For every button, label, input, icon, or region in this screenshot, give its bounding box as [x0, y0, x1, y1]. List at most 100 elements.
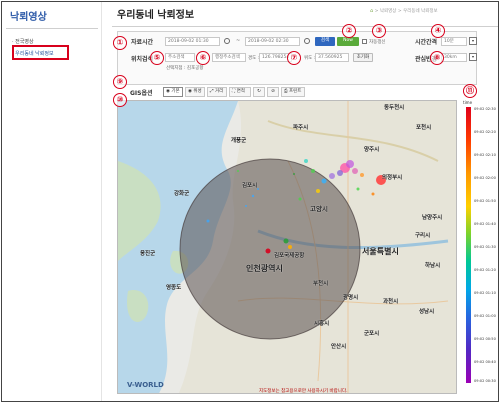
map-label: 영종도 — [166, 285, 182, 291]
address-type-select[interactable]: 주소검색 — [165, 53, 195, 62]
map-satellite-button[interactable]: ◉ 위성 — [185, 87, 205, 97]
legend-color-bar — [466, 107, 471, 383]
breadcrumb-item[interactable]: 우리동네 낙뢰정보 — [403, 9, 438, 14]
gis-options-label: GIS옵션 — [130, 90, 153, 97]
map-label: 인천광역시 — [246, 264, 283, 273]
address-search-input[interactable]: 행정주소검색 — [212, 53, 246, 62]
map-label: 동두천시 — [384, 105, 405, 111]
legend-tick: 09:02 01:50 — [474, 199, 496, 203]
map-basic-button[interactable]: ◉ 기본 — [163, 87, 183, 97]
clear-button[interactable]: ⊘ — [267, 87, 279, 97]
map-label: 의정부시 — [382, 175, 403, 181]
legend-unit: time — [463, 100, 473, 105]
legend-tick: 09:02 01:00 — [474, 314, 496, 318]
map-label: 과천시 — [383, 299, 399, 305]
measure-area-label: 면적 — [236, 89, 245, 94]
map-label: 서울특별시 — [362, 247, 399, 256]
refresh-button[interactable]: ↻ — [253, 87, 265, 97]
map-label: 강화군 — [174, 191, 190, 197]
sidebar: 낙뢰영상 · 전국영상 · 우리동네 낙뢰정보 — [2, 2, 102, 401]
map-label: 부천시 — [313, 281, 329, 287]
refresh-icon: ↻ — [257, 89, 261, 94]
map-label: 안산시 — [331, 344, 347, 350]
breadcrumb-separator: > — [374, 9, 379, 14]
map-label: 옹진군 — [140, 251, 156, 257]
lightning-map[interactable]: 동두천시 포천시 파주시 양주시 개풍군 김포시 의정부시 강화군 고양시 구리… — [117, 100, 457, 394]
eraser-icon: ⊘ — [271, 89, 275, 94]
search-button-label: 검색 — [320, 38, 330, 43]
radius-circle — [179, 158, 361, 340]
map-label: 광명시 — [343, 295, 359, 301]
interval-select[interactable]: 10분 — [441, 37, 467, 46]
breadcrumb-item[interactable]: 낙뢰영상 — [380, 9, 397, 14]
sidebar-item-national-image[interactable]: · 전국영상 — [12, 38, 34, 45]
annotation-marker-1: ① — [113, 36, 127, 50]
annotation-marker-11: ⑪ — [463, 84, 477, 98]
reset-button[interactable]: 초기화 — [353, 53, 373, 62]
radius-select[interactable]: 30km — [441, 53, 467, 62]
annotation-marker-9: ⑨ — [113, 75, 127, 89]
map-label: 양주시 — [364, 147, 380, 153]
home-icon[interactable]: ⌂ — [370, 8, 373, 14]
auto-update-checkbox[interactable] — [362, 39, 367, 44]
sidebar-highlight-box — [12, 45, 69, 60]
map-canvas — [118, 101, 456, 393]
legend-tick: 09:02 01:30 — [474, 245, 496, 249]
auto-update-label: 자동갱신 — [369, 40, 386, 45]
measure-distance-label: 거리 — [215, 89, 224, 94]
measure-distance-button[interactable]: ⤢ 거리 — [207, 87, 227, 97]
annotation-marker-10: ⑩ — [113, 93, 127, 107]
latitude-input[interactable]: 37.560925 — [315, 53, 349, 62]
longitude-label: 경도 : — [248, 56, 260, 61]
map-label: 시흥시 — [314, 321, 330, 327]
legend-tick: 09:02 01:40 — [474, 222, 496, 226]
map-label: 포천시 — [416, 125, 432, 131]
legend-tick: 09:02 02:30 — [474, 107, 496, 111]
map-notice: 지도정보는 참고용으로만 사용하시기 바랍니다. — [259, 389, 348, 394]
clock-icon[interactable] — [304, 38, 310, 44]
legend-tick: 09:02 00:40 — [474, 360, 496, 364]
map-label: 하남시 — [425, 263, 441, 269]
reset-button-label: 초기화 — [356, 55, 370, 60]
map-label: 개풍군 — [231, 138, 247, 144]
annotation-marker-2: ② — [342, 24, 356, 38]
map-label: 김포시 — [242, 183, 258, 189]
sidebar-title: 낙뢰영상 — [10, 12, 47, 23]
annotation-marker-5: ⑤ — [150, 51, 164, 65]
measure-area-button[interactable]: ⛶ 면적 — [229, 87, 251, 97]
search-button[interactable]: 검색 — [315, 37, 335, 46]
gis-toolbar: GIS옵션 ◉ 기본 ◉ 위성 ⤢ 거리 ⛶ 면적 ↻ ⊘ ⎙ 프린트 — [117, 87, 477, 98]
time-separator: ~ — [236, 38, 241, 44]
map-label: 파주시 — [293, 125, 309, 131]
sidebar-divider — [6, 28, 98, 29]
legend-tick: 09:02 02:20 — [474, 130, 496, 134]
legend-tick: 09:02 02:10 — [474, 153, 496, 157]
page-title: 우리동네 낙뢰정보 — [117, 10, 195, 21]
chevron-down-icon[interactable]: ▾ — [469, 53, 477, 61]
annotation-marker-7: ⑦ — [287, 51, 301, 65]
selected-point-note: 선택지점 : 김포공항 — [166, 66, 204, 71]
chevron-down-icon[interactable]: ▾ — [469, 37, 477, 45]
print-button[interactable]: ⎙ 프린트 — [281, 87, 305, 97]
breadcrumb: ⌂ > 낙뢰영상 > 우리동네 낙뢰정보 — [370, 8, 438, 14]
end-time-input[interactable]: 2018-09-02 02:30 — [245, 37, 300, 46]
map-label: 성남시 — [419, 309, 435, 315]
annotation-marker-8: ⑧ — [430, 51, 444, 65]
clock-icon[interactable] — [224, 38, 230, 44]
annotation-marker-6: ⑥ — [196, 51, 210, 65]
annotation-marker-3: ③ — [372, 24, 386, 38]
now-button[interactable]: Now — [337, 37, 359, 46]
start-time-input[interactable]: 2018-09-02 01:30 — [165, 37, 220, 46]
vworld-logo: V-WORLD — [127, 381, 164, 389]
legend-tick: 09:02 01:10 — [474, 291, 496, 295]
legend-tick: 09:02 01:20 — [474, 268, 496, 272]
print-label: 프린트 — [289, 89, 302, 94]
map-satellite-label: 위성 — [193, 89, 202, 94]
map-label: 김포국제공항 — [274, 253, 305, 259]
legend-tick: 09:02 02:00 — [474, 176, 496, 180]
map-label: 고양시 — [310, 205, 328, 213]
map-label: 남양주시 — [422, 215, 443, 221]
now-button-label: Now — [343, 38, 353, 43]
time-label: 자료시간 — [131, 39, 154, 46]
map-label: 구리시 — [415, 233, 431, 239]
